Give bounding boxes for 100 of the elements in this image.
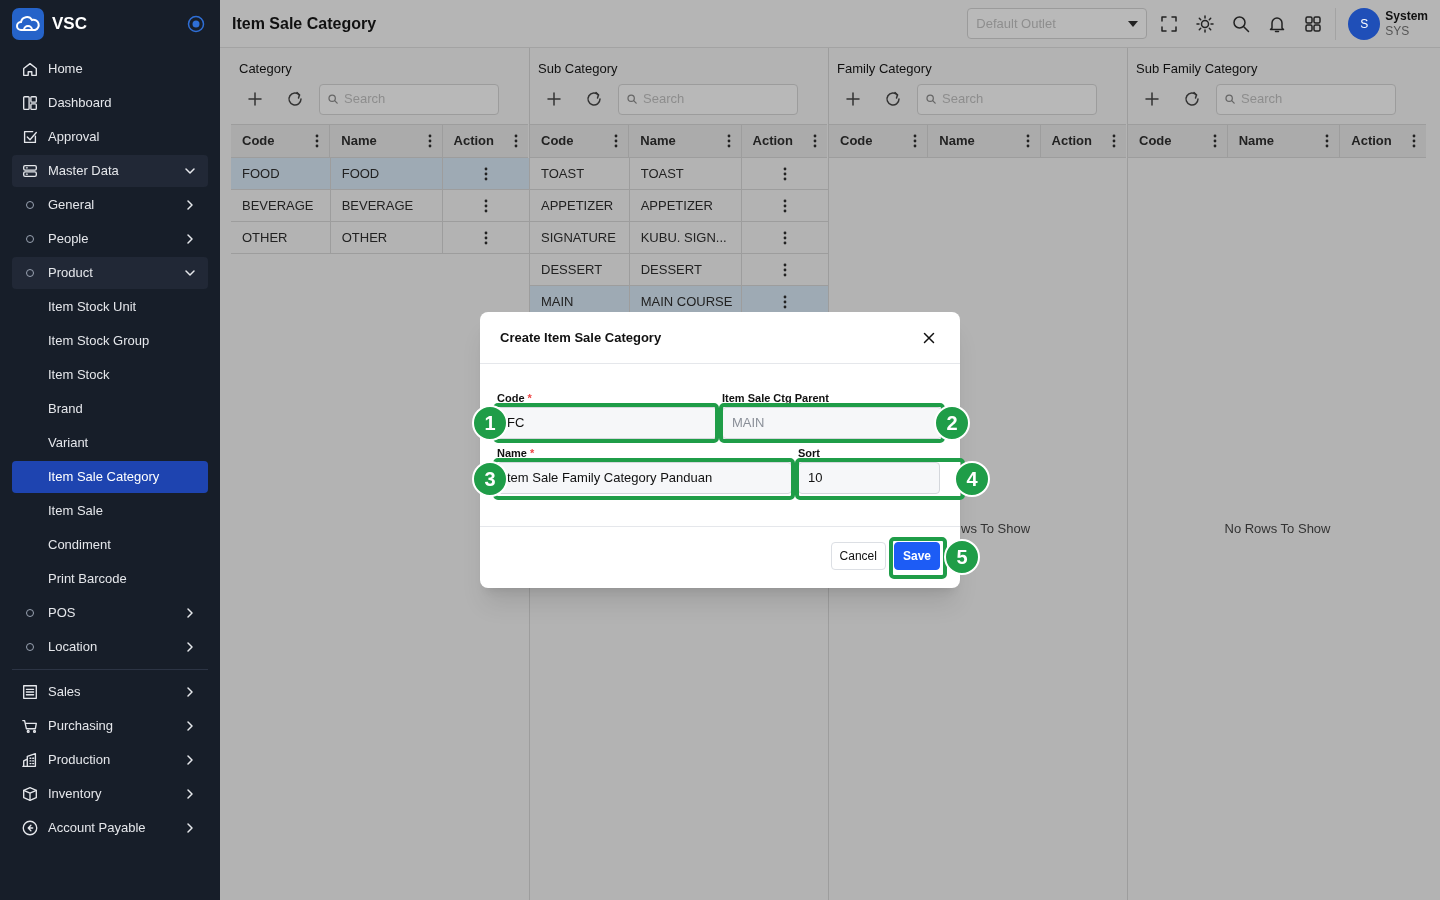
column-header[interactable]: Name — [939, 131, 1026, 151]
user-code: SYS — [1385, 23, 1411, 39]
sidebar-item[interactable]: Product — [12, 257, 208, 289]
more-options-icon[interactable] — [484, 166, 489, 181]
field-label: Sort — [798, 447, 820, 459]
caret-icon — [1128, 20, 1139, 27]
panel-title: Family Category — [837, 61, 932, 76]
sidebar-item[interactable]: Dashboard — [12, 87, 208, 119]
sidebar-item[interactable]: Master Data — [12, 155, 208, 187]
column-header[interactable]: Action — [752, 131, 813, 151]
table-row[interactable]: DESSERT DESSERT — [530, 254, 828, 286]
kebab-icon[interactable] — [614, 134, 619, 148]
sidebar-item[interactable]: Item Stock — [12, 359, 208, 391]
required-mark: * — [530, 447, 535, 459]
column-header[interactable]: Action — [453, 131, 514, 151]
table-row[interactable]: APPETIZER APPETIZER — [530, 190, 828, 222]
search-icon — [328, 94, 338, 104]
search-icon[interactable] — [1231, 13, 1252, 34]
text-field[interactable]: 10 — [798, 462, 940, 494]
empty-message: ws To Show — [961, 520, 1031, 539]
kebab-icon[interactable] — [1412, 134, 1416, 148]
sidebar-item[interactable]: Item Stock Group — [12, 325, 208, 357]
chevron-right-icon — [184, 720, 196, 732]
table-row[interactable]: FOOD FOOD — [231, 158, 529, 190]
sidebar-item[interactable]: Approval — [12, 121, 208, 153]
column-header[interactable]: Code — [541, 131, 615, 151]
building-icon — [21, 751, 39, 769]
kebab-icon[interactable] — [726, 134, 731, 148]
table-cell: SIGNATURE — [530, 222, 630, 253]
kebab-icon[interactable] — [514, 134, 518, 148]
document-icon — [21, 683, 39, 701]
kebab-icon[interactable] — [813, 134, 817, 148]
search-icon — [1225, 94, 1235, 104]
column-header[interactable]: Code — [840, 131, 914, 151]
sidebar-item[interactable]: Inventory — [12, 778, 208, 810]
dialog-title: Create Item Sale Category — [500, 328, 663, 347]
kebab-icon[interactable] — [1325, 134, 1330, 148]
column-header[interactable]: Name — [341, 131, 428, 151]
kebab-icon[interactable] — [315, 134, 320, 148]
step-number: 2 — [934, 405, 970, 441]
sidebar-item[interactable]: Item Stock Unit — [12, 291, 208, 323]
sidebar-item[interactable]: Home — [12, 53, 208, 85]
table-cell: BEVERAGE — [231, 190, 331, 221]
field-label: Code — [497, 392, 525, 404]
table-row[interactable]: BEVERAGE BEVERAGE — [231, 190, 529, 222]
more-options-icon[interactable] — [484, 198, 489, 213]
sidebar-item[interactable]: Production — [12, 744, 208, 776]
column-header[interactable]: Name — [1238, 131, 1326, 151]
sidebar-item[interactable]: Item Sale — [12, 495, 208, 527]
checkbox-icon — [21, 128, 39, 146]
radio-icon[interactable] — [187, 15, 205, 33]
page-title: Item Sale Category — [232, 13, 378, 34]
more-options-icon[interactable] — [783, 166, 788, 181]
table-cell: FOOD — [330, 158, 444, 189]
sidebar-item[interactable]: Location — [12, 631, 208, 663]
table-cell: FOOD — [231, 158, 331, 189]
sidebar-item[interactable]: Purchasing — [12, 710, 208, 742]
table-row[interactable]: SIGNATURE KUBU. SIGN... — [530, 222, 828, 254]
sidebar-item[interactable]: General — [12, 189, 208, 221]
grid-icon[interactable] — [1303, 13, 1324, 34]
panel-title: Category — [239, 61, 292, 76]
kebab-icon[interactable] — [1025, 134, 1030, 148]
table-cell: APPETIZER — [629, 190, 743, 221]
sidebar-item[interactable]: Sales — [12, 676, 208, 708]
text-field[interactable]: tem Sale Family Category Panduan — [497, 462, 792, 494]
column-header[interactable]: Action — [1051, 131, 1112, 151]
sidebar-item[interactable]: POS — [12, 597, 208, 629]
sidebar-item[interactable]: Account Payable — [12, 812, 208, 844]
avatar[interactable]: S — [1348, 7, 1381, 40]
column-header[interactable]: Code — [242, 131, 316, 151]
column-header[interactable]: Name — [640, 131, 727, 151]
table-cell: DESSERT — [530, 254, 630, 285]
kebab-icon[interactable] — [913, 134, 918, 148]
panel-title: Sub Family Category — [1136, 61, 1258, 76]
more-options-icon[interactable] — [484, 230, 489, 245]
required-mark: * — [527, 392, 532, 404]
dialog-button[interactable]: Save — [893, 542, 940, 570]
sun-icon[interactable] — [1195, 13, 1216, 34]
dialog-button[interactable]: Cancel — [830, 542, 886, 570]
table-row[interactable]: TOAST TOAST — [530, 158, 828, 190]
more-options-icon[interactable] — [783, 198, 788, 213]
sidebar-item[interactable]: Condiment — [12, 529, 208, 561]
close-icon[interactable] — [923, 331, 935, 344]
sidebar-item[interactable]: Print Barcode — [12, 563, 208, 595]
sidebar-item[interactable]: People — [12, 223, 208, 255]
chevron-right-icon — [184, 754, 196, 766]
kebab-icon[interactable] — [1112, 134, 1116, 148]
table-row[interactable]: OTHER OTHER — [231, 222, 529, 254]
column-header[interactable]: Code — [1139, 131, 1213, 151]
sidebar-item[interactable]: Brand — [12, 393, 208, 425]
sidebar-item[interactable]: Variant — [12, 427, 208, 459]
more-options-icon[interactable] — [783, 230, 788, 245]
kebab-icon[interactable] — [427, 134, 432, 148]
chevron-right-icon — [184, 199, 196, 211]
column-header[interactable]: Action — [1351, 131, 1412, 151]
fullscreen-icon[interactable] — [1159, 13, 1180, 34]
more-options-icon[interactable] — [783, 262, 788, 277]
sidebar-item[interactable]: Item Sale Category — [12, 461, 208, 493]
more-options-icon[interactable] — [783, 294, 788, 309]
kebab-icon[interactable] — [1212, 134, 1217, 148]
